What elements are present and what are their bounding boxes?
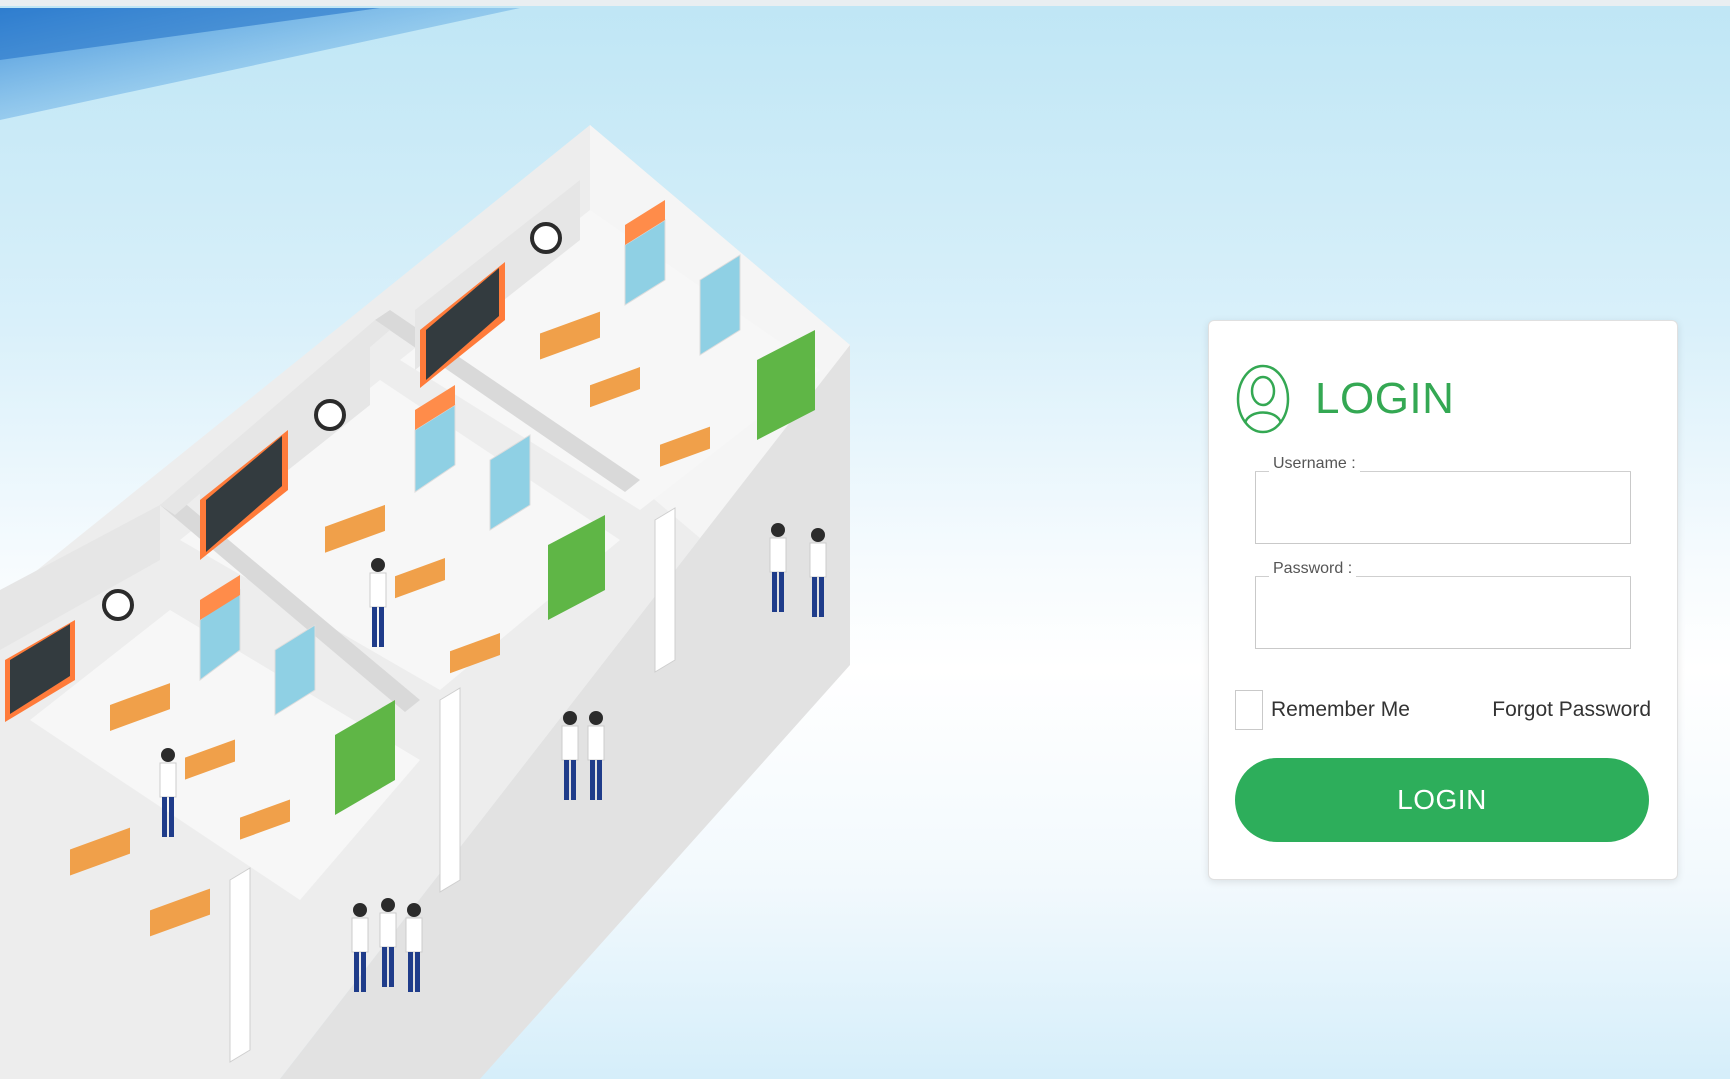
password-input[interactable] — [1255, 577, 1631, 649]
login-button[interactable]: LOGIN — [1235, 758, 1649, 842]
password-field: Password : — [1255, 560, 1631, 649]
remember-me-label[interactable]: Remember Me — [1271, 698, 1410, 722]
username-label: Username : — [1255, 455, 1631, 477]
password-label: Password : — [1255, 560, 1631, 582]
username-field: Username : — [1255, 455, 1631, 544]
login-card: LOGIN Username : Password : Remember Me … — [1208, 320, 1678, 880]
user-outline-icon — [1236, 364, 1290, 434]
login-header: LOGIN — [1235, 363, 1454, 435]
username-input[interactable] — [1255, 472, 1631, 544]
login-page: LOGIN Username : Password : Remember Me … — [0, 0, 1730, 1079]
login-title: LOGIN — [1315, 374, 1455, 423]
remember-me-checkbox[interactable] — [1235, 690, 1263, 730]
remember-me: Remember Me — [1235, 690, 1410, 730]
login-options: Remember Me Forgot Password — [1235, 688, 1651, 732]
forgot-password-link[interactable]: Forgot Password — [1492, 698, 1651, 722]
school-classroom-illustration — [0, 0, 880, 1079]
